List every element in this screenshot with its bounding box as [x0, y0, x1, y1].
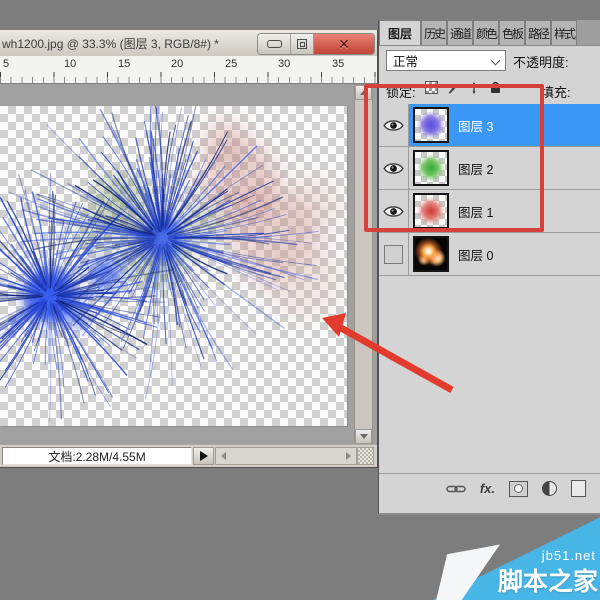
visibility-toggle[interactable] — [379, 147, 409, 189]
lock-paint-icon[interactable] — [447, 82, 459, 94]
tab-layers[interactable]: 图层 — [379, 20, 421, 45]
layer-row-1[interactable]: 图层 1 — [379, 190, 600, 233]
fill-label: 填充: — [541, 82, 571, 101]
layers-panel: 图层 历史 通道 颜色 色板 路径 样式 正常 不透明度: 锁定: 填充: — [378, 20, 600, 515]
close-button[interactable]: ✕ — [314, 34, 374, 54]
layer-mask-icon[interactable] — [509, 481, 528, 497]
ruler-tick-label: 35 — [332, 58, 344, 70]
hidden-eye-well — [384, 245, 403, 264]
minimize-button[interactable] — [258, 34, 291, 54]
watermark-url: jb51.net — [542, 548, 596, 563]
ruler-tick-label: 15 — [118, 58, 130, 70]
horizontal-ruler: 5 10 15 20 25 30 35 — [0, 56, 377, 84]
tab-color[interactable]: 颜色 — [473, 20, 499, 45]
panel-tabbar: 图层 历史 通道 颜色 色板 路径 样式 — [379, 20, 600, 46]
layer-name[interactable]: 图层 2 — [458, 159, 493, 178]
layer-style-fx-icon[interactable]: fx. — [480, 481, 495, 496]
lock-all-icon[interactable] — [489, 81, 502, 94]
new-layer-icon[interactable] — [571, 480, 586, 497]
tab-history[interactable]: 历史 — [421, 20, 447, 45]
fireworks-artwork — [0, 106, 347, 426]
site-watermark: jb51.net 脚本之家 — [418, 512, 600, 600]
blend-mode-value: 正常 — [393, 51, 418, 70]
horizontal-scrollbar[interactable] — [215, 447, 357, 465]
eye-icon — [383, 204, 404, 219]
eye-icon — [383, 161, 404, 176]
play-triangle-icon — [200, 451, 208, 461]
watermark-sitename: 脚本之家 — [498, 562, 598, 598]
restore-button[interactable] — [291, 34, 314, 54]
document-titlebar[interactable]: wh1200.jpg @ 33.3% (图层 3, RGB/8#) * ✕ — [0, 30, 377, 57]
layer-name[interactable]: 图层 1 — [458, 202, 493, 221]
opacity-label: 不透明度: — [513, 52, 569, 71]
document-title: wh1200.jpg @ 33.3% (图层 3, RGB/8#) * — [0, 35, 219, 52]
document-size-field: 文档:2.28M/4.55M — [2, 447, 192, 465]
adjustment-layer-icon[interactable] — [542, 481, 557, 496]
layer-list: 图层 3 图层 2 图层 1 — [379, 104, 600, 276]
layer-row-3[interactable]: 图层 3 — [379, 104, 600, 147]
link-layers-icon[interactable] — [446, 484, 466, 494]
layer-thumbnail[interactable] — [413, 107, 449, 143]
lock-label: 锁定: — [386, 82, 416, 101]
lock-row: 锁定: 填充: — [379, 78, 600, 104]
visibility-toggle[interactable] — [379, 104, 409, 146]
ruler-tick-label: 20 — [171, 58, 183, 70]
visibility-toggle[interactable] — [379, 233, 409, 275]
restore-icon — [297, 39, 307, 49]
ruler-tick-label: 30 — [278, 58, 290, 70]
blend-mode-row: 正常 不透明度: — [379, 48, 600, 76]
layer-thumbnail[interactable] — [413, 236, 449, 272]
tab-swatches[interactable]: 色板 — [499, 20, 525, 45]
lock-position-icon[interactable] — [468, 82, 480, 94]
document-statusbar: 文档:2.28M/4.55M — [0, 444, 377, 467]
layer-thumbnail[interactable] — [413, 193, 449, 229]
ruler-tick-label: 10 — [64, 58, 76, 70]
canvas-image-area[interactable] — [0, 106, 347, 426]
visibility-toggle[interactable] — [379, 190, 409, 232]
scroll-left-icon[interactable] — [216, 448, 231, 464]
close-icon: ✕ — [338, 37, 350, 51]
ruler-tick-label: 25 — [225, 58, 237, 70]
document-window: wh1200.jpg @ 33.3% (图层 3, RGB/8#) * ✕ 5 … — [0, 30, 378, 468]
lock-transparency-icon[interactable] — [425, 81, 438, 94]
canvas-viewport[interactable] — [0, 84, 377, 445]
scroll-down-icon[interactable] — [355, 429, 372, 444]
blend-mode-select[interactable]: 正常 — [386, 50, 506, 71]
scroll-right-icon[interactable] — [341, 448, 356, 464]
window-controls: ✕ — [257, 33, 375, 55]
layer-name[interactable]: 图层 3 — [458, 116, 493, 135]
layer-thumbnail[interactable] — [413, 150, 449, 186]
panel-bottom-bar: fx. — [379, 473, 600, 503]
layer-name[interactable]: 图层 0 — [458, 245, 493, 264]
resize-grip[interactable] — [357, 447, 374, 465]
scroll-up-icon[interactable] — [355, 85, 372, 100]
tab-styles[interactable]: 样式 — [551, 20, 577, 45]
layer-row-0[interactable]: 图层 0 — [379, 233, 600, 276]
layer-row-2[interactable]: 图层 2 — [379, 147, 600, 190]
eye-icon — [383, 118, 404, 133]
tab-channels[interactable]: 通道 — [447, 20, 473, 45]
chevron-down-icon — [491, 56, 501, 66]
minimize-icon — [267, 40, 282, 48]
tab-paths[interactable]: 路径 — [525, 20, 551, 45]
status-menu-button[interactable] — [193, 447, 214, 465]
ruler-tick-label: 5 — [3, 58, 9, 70]
vertical-scrollbar[interactable] — [354, 84, 373, 445]
